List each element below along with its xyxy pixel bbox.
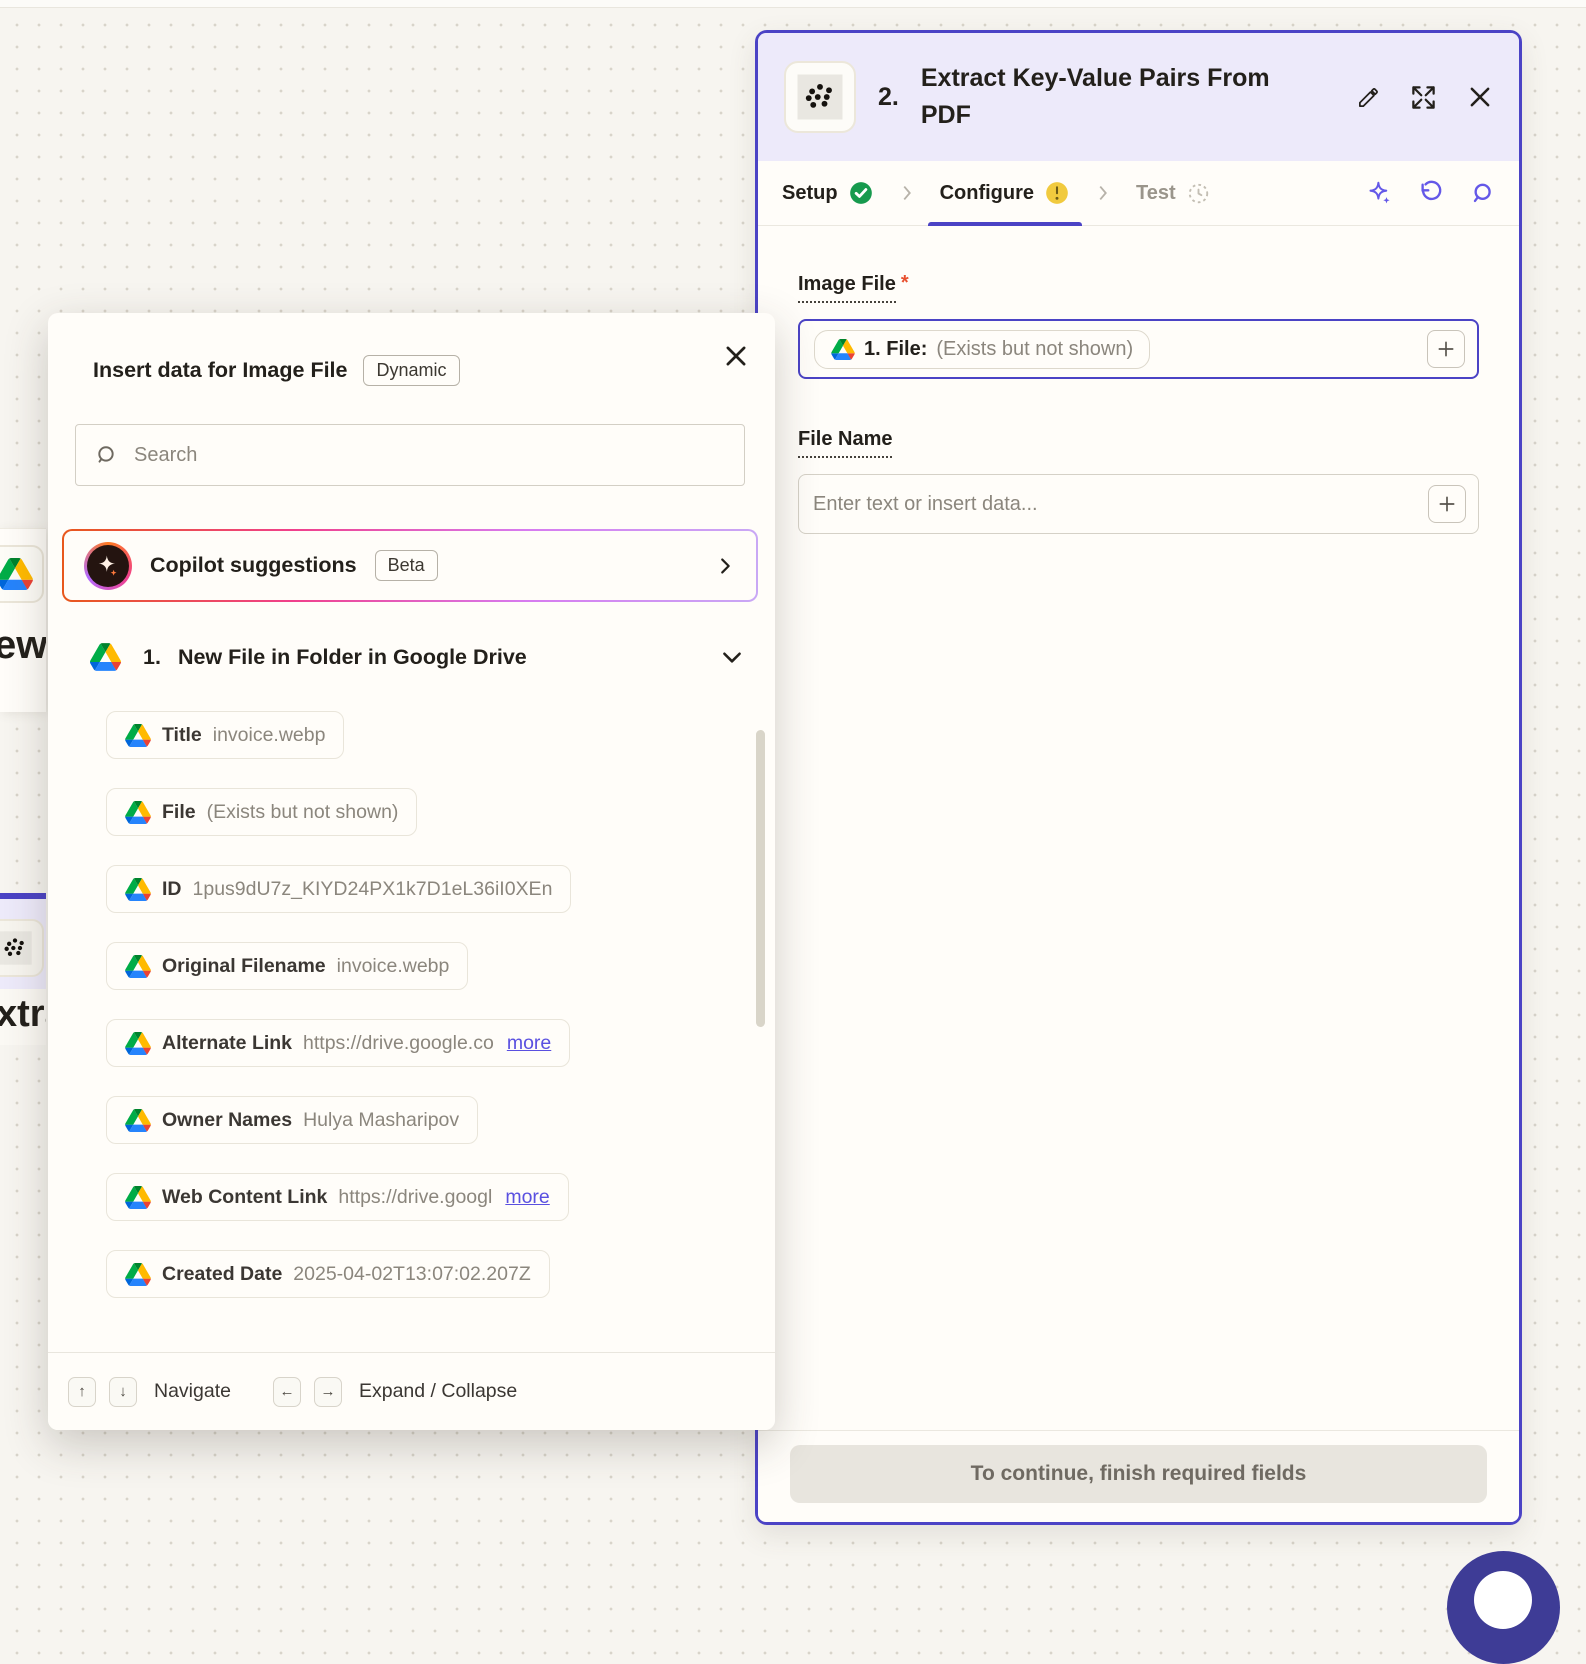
google-drive-icon xyxy=(125,1263,151,1286)
refresh-undo-icon[interactable] xyxy=(1417,180,1444,207)
copilot-sparkle-icon[interactable] xyxy=(1366,180,1393,207)
google-drive-icon xyxy=(0,558,33,590)
file-name-field[interactable] xyxy=(798,474,1479,534)
copilot-label: Copilot suggestions xyxy=(150,553,357,577)
image-file-field[interactable]: 1. File: (Exists but not shown) xyxy=(798,319,1479,379)
navigate-label: Navigate xyxy=(154,1380,231,1402)
panel-header: 2. Extract Key-Value Pairs From PDF xyxy=(758,33,1519,161)
edit-pencil-icon[interactable] xyxy=(1357,86,1380,109)
copilot-suggestions-row[interactable]: Copilot suggestions Beta xyxy=(62,529,758,602)
google-drive-app-tile xyxy=(0,545,44,603)
google-drive-icon xyxy=(125,724,151,747)
section-title: New File in Folder in Google Drive xyxy=(177,644,527,669)
google-drive-icon xyxy=(125,878,151,901)
chat-widget-inner-circle xyxy=(1474,1571,1532,1629)
arrow-up-key: ↑ xyxy=(68,1376,96,1407)
step-config-panel: 2. Extract Key-Value Pairs From PDF Setu… xyxy=(755,30,1522,1525)
test-pending-clock-icon xyxy=(1188,183,1208,203)
plus-icon xyxy=(1439,496,1455,512)
step-title: Extract Key-Value Pairs From PDF xyxy=(920,63,1270,130)
tab-setup[interactable]: Setup xyxy=(782,161,874,225)
trigger-section-header[interactable]: 1. New File in Folder in Google Drive xyxy=(90,643,745,671)
panel-footer: To continue, finish required fields xyxy=(758,1430,1519,1522)
insert-data-plus-button[interactable] xyxy=(1428,485,1466,523)
file-name-input[interactable] xyxy=(813,492,1428,516)
field-chip-title[interactable]: Title invoice.webp xyxy=(106,711,345,759)
chat-widget-button[interactable] xyxy=(1447,1551,1560,1664)
field-chip-file[interactable]: File (Exists but not shown) xyxy=(106,788,418,836)
step-tab-bar: Setup Configure Test xyxy=(758,161,1519,226)
dynamic-badge: Dynamic xyxy=(363,355,460,386)
beta-badge: Beta xyxy=(374,550,438,581)
google-drive-icon xyxy=(125,1032,151,1055)
continue-button-disabled[interactable]: To continue, finish required fields xyxy=(790,1445,1487,1503)
google-drive-icon xyxy=(125,1186,151,1209)
search-icon xyxy=(98,445,114,463)
plus-icon xyxy=(1438,341,1454,357)
chevron-right-icon xyxy=(903,185,911,201)
file-name-label-row: File Name xyxy=(798,427,1479,458)
extract-dots-icon xyxy=(0,928,35,968)
chevron-down-icon xyxy=(723,652,741,663)
search-icon[interactable] xyxy=(1468,180,1495,207)
field-chip-original-filename[interactable]: Original Filename invoice.webp xyxy=(106,942,469,990)
close-icon[interactable] xyxy=(723,343,749,369)
extract-app-tile xyxy=(784,61,856,133)
google-drive-icon xyxy=(125,801,151,824)
modal-footer: ↑ ↓ Navigate ← → Expand / Collapse xyxy=(48,1352,775,1430)
mapped-file-token[interactable]: 1. File: (Exists but not shown) xyxy=(814,329,1151,369)
google-drive-icon xyxy=(831,339,855,360)
sparkle-glyph xyxy=(98,555,117,576)
modal-search-input[interactable] xyxy=(134,443,726,467)
arrow-left-key: ← xyxy=(272,1376,301,1407)
close-icon[interactable] xyxy=(1467,84,1493,110)
file-name-label: File Name xyxy=(798,427,893,458)
image-file-label: Image File xyxy=(798,272,896,303)
more-link[interactable]: more xyxy=(507,1032,551,1055)
modal-search-box[interactable] xyxy=(75,424,745,486)
step-title-partial: xtra xyxy=(0,993,46,1035)
tab-configure[interactable]: Configure xyxy=(927,161,1083,226)
canvas-top-divider xyxy=(0,0,1586,8)
field-chip-web-content-link[interactable]: Web Content Link https://drive.googl more xyxy=(106,1173,569,1221)
scrollbar-thumb[interactable] xyxy=(756,730,765,1027)
extract-app-tile xyxy=(0,919,44,977)
google-drive-icon xyxy=(125,955,151,978)
copilot-icon xyxy=(84,541,132,590)
chevron-right-icon xyxy=(1099,185,1107,201)
field-chip-owner-names[interactable]: Owner Names Hulya Masharipov xyxy=(106,1096,479,1144)
background-step-card-1[interactable]: ew xyxy=(0,528,46,712)
setup-complete-icon xyxy=(849,182,872,204)
field-chip-created-date[interactable]: Created Date 2025-04-02T13:07:02.207Z xyxy=(106,1250,550,1298)
selected-card-accent-bar xyxy=(0,893,46,899)
field-chip-list: Title invoice.webp File (Exists but not sh… xyxy=(106,711,775,1298)
google-drive-icon xyxy=(90,643,121,671)
configure-warning-icon xyxy=(1046,182,1068,204)
google-drive-icon xyxy=(125,1109,151,1132)
step-number: 2. xyxy=(878,82,899,111)
field-chip-alternate-link[interactable]: Alternate Link https://drive.google.co mo… xyxy=(106,1019,571,1067)
modal-title: Insert data for Image File xyxy=(93,358,348,382)
field-chip-id[interactable]: ID 1pus9dU7z_KIYD24PX1k7D1eL36iI0XEn xyxy=(106,865,572,913)
step-title-partial: ew xyxy=(0,623,46,667)
chevron-right-icon xyxy=(721,557,730,574)
expand-collapse-label: Expand / Collapse xyxy=(358,1380,518,1402)
tab-test[interactable]: Test xyxy=(1136,161,1211,225)
expand-icon[interactable] xyxy=(1410,84,1437,111)
section-number: 1. xyxy=(143,644,161,669)
more-link[interactable]: more xyxy=(505,1186,549,1209)
insert-data-plus-button[interactable] xyxy=(1427,330,1465,368)
image-file-label-row: Image File * xyxy=(798,272,1479,303)
extract-dots-icon xyxy=(793,70,847,124)
arrow-right-key: → xyxy=(313,1376,342,1407)
background-step-card-2[interactable]: xtra xyxy=(0,893,46,1045)
arrow-down-key: ↓ xyxy=(109,1376,137,1407)
required-asterisk: * xyxy=(900,272,909,294)
insert-data-modal: Insert data for Image File Dynamic Copil… xyxy=(48,313,775,1430)
